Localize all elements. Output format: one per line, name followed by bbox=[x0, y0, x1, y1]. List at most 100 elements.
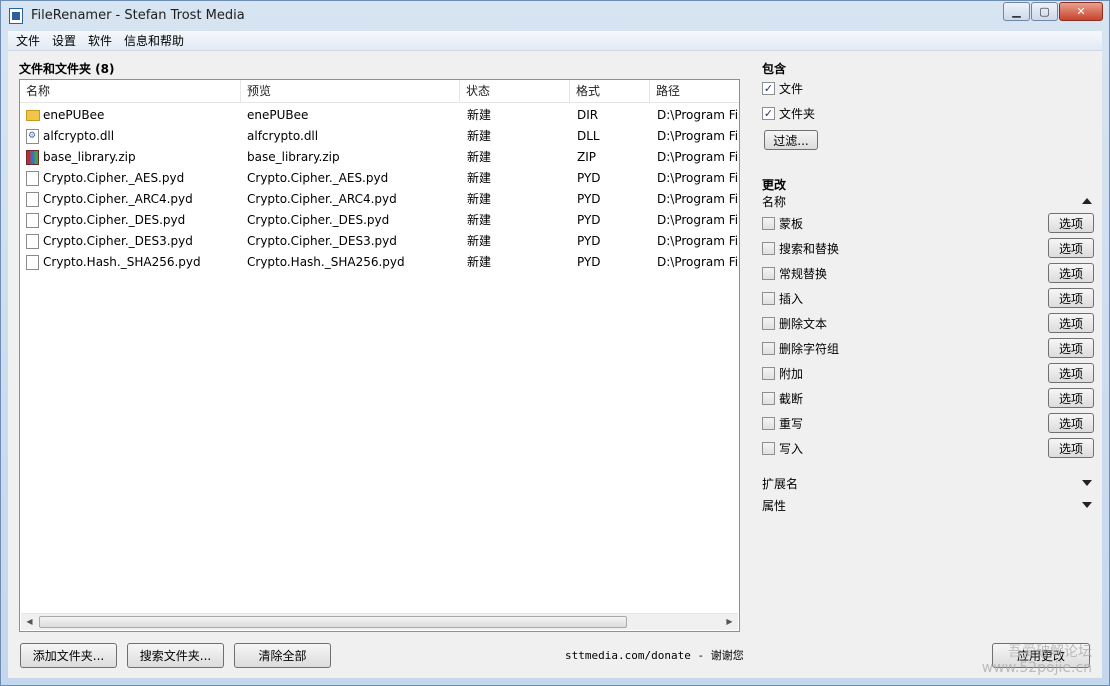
file-list[interactable]: 名称 预览 状态 格式 路径 enePUBee enePUBee 新建 DIR … bbox=[19, 79, 740, 632]
change-option-delete-chars[interactable]: 删除字符组 bbox=[762, 339, 839, 357]
cell-name: Crypto.Hash._SHA256.pyd bbox=[43, 255, 201, 269]
table-row[interactable]: base_library.zip base_library.zip 新建 ZIP… bbox=[20, 147, 739, 168]
cell-path: D:\Program Fi bbox=[657, 129, 739, 143]
scroll-right-icon[interactable]: ▶ bbox=[721, 614, 738, 630]
cell-status: 新建 bbox=[467, 234, 492, 248]
checkbox-icon[interactable] bbox=[762, 391, 775, 405]
checkbox-checked-icon[interactable]: ✓ bbox=[762, 106, 775, 120]
donate-link[interactable]: sttmedia.com/donate - 谢谢您 bbox=[565, 647, 744, 663]
table-row[interactable]: Crypto.Cipher._ARC4.pyd Crypto.Cipher._A… bbox=[20, 189, 739, 210]
checkbox-icon[interactable] bbox=[762, 291, 775, 305]
checkbox-icon[interactable] bbox=[762, 216, 775, 230]
column-header-name[interactable]: 名称 bbox=[20, 80, 241, 103]
change-option-insert[interactable]: 插入 bbox=[762, 289, 803, 307]
column-header-preview[interactable]: 预览 bbox=[241, 80, 460, 103]
column-header-status[interactable]: 状态 bbox=[460, 80, 570, 103]
include-folders-option[interactable]: ✓ 文件夹 bbox=[762, 104, 815, 122]
cell-status: 新建 bbox=[467, 108, 492, 122]
cell-preview: Crypto.Cipher._DES3.pyd bbox=[247, 234, 397, 248]
app-window: FileRenamer - Stefan Trost Media ▁ ▢ ✕ 文… bbox=[0, 0, 1110, 686]
scrollbar-thumb[interactable] bbox=[39, 616, 627, 628]
include-folders-label: 文件夹 bbox=[779, 106, 816, 121]
cell-preview: Crypto.Cipher._ARC4.pyd bbox=[247, 192, 397, 206]
cell-status: 新建 bbox=[467, 213, 492, 227]
checkbox-icon[interactable] bbox=[762, 316, 775, 330]
column-header-path[interactable]: 路径 bbox=[650, 80, 740, 103]
cell-name: alfcrypto.dll bbox=[43, 129, 115, 143]
collapse-up-icon[interactable] bbox=[1082, 198, 1092, 204]
add-folder-button[interactable]: 添加文件夹... bbox=[20, 643, 117, 668]
menu-help[interactable]: 信息和帮助 bbox=[118, 32, 190, 49]
table-row[interactable]: Crypto.Hash._SHA256.pyd Crypto.Hash._SHA… bbox=[20, 252, 739, 273]
options-panel: 包含 ✓ 文件 ✓ 文件夹 过滤... 更改 名称 蒙板 选项 搜索和替换 选项… bbox=[762, 31, 1097, 671]
cell-preview: enePUBee bbox=[247, 108, 309, 122]
truncate-options-button[interactable]: 选项 bbox=[1048, 388, 1094, 408]
checkbox-icon[interactable] bbox=[762, 241, 775, 255]
search-folder-button[interactable]: 搜索文件夹... bbox=[127, 643, 224, 668]
expand-down-icon[interactable] bbox=[1082, 480, 1092, 486]
change-option-search-replace[interactable]: 搜索和替换 bbox=[762, 239, 839, 257]
cell-format: DLL bbox=[577, 129, 600, 143]
filter-button[interactable]: 过滤... bbox=[764, 130, 818, 150]
cell-path: D:\Program Fi bbox=[657, 255, 739, 269]
checkbox-checked-icon[interactable]: ✓ bbox=[762, 81, 775, 95]
table-row[interactable]: Crypto.Cipher._DES3.pyd Crypto.Cipher._D… bbox=[20, 231, 739, 252]
folder-icon bbox=[26, 110, 40, 121]
change-option-append[interactable]: 附加 bbox=[762, 364, 803, 382]
cell-preview: Crypto.Cipher._DES.pyd bbox=[247, 213, 390, 227]
change-option-regex-replace[interactable]: 常规替换 bbox=[762, 264, 827, 282]
checkbox-icon[interactable] bbox=[762, 441, 775, 455]
minimize-button[interactable]: ▁ bbox=[1003, 2, 1030, 21]
change-option-delete-text[interactable]: 删除文本 bbox=[762, 314, 827, 332]
scroll-left-icon[interactable]: ◀ bbox=[21, 614, 38, 630]
regex-replace-options-button[interactable]: 选项 bbox=[1048, 263, 1094, 283]
table-row[interactable]: alfcrypto.dll alfcrypto.dll 新建 DLL D:\Pr… bbox=[20, 126, 739, 147]
column-header-format[interactable]: 格式 bbox=[570, 80, 650, 103]
cell-status: 新建 bbox=[467, 171, 492, 185]
table-row[interactable]: Crypto.Cipher._DES.pyd Crypto.Cipher._DE… bbox=[20, 210, 739, 231]
change-option-truncate[interactable]: 截断 bbox=[762, 389, 803, 407]
title-bar[interactable]: FileRenamer - Stefan Trost Media ▁ ▢ ✕ bbox=[1, 1, 1109, 31]
change-option-write[interactable]: 写入 bbox=[762, 439, 803, 457]
menu-file[interactable]: 文件 bbox=[10, 32, 46, 49]
table-row[interactable]: Crypto.Cipher._AES.pyd Crypto.Cipher._AE… bbox=[20, 168, 739, 189]
menu-software[interactable]: 软件 bbox=[82, 32, 118, 49]
change-option-rewrite[interactable]: 重写 bbox=[762, 414, 803, 432]
include-files-option[interactable]: ✓ 文件 bbox=[762, 79, 803, 97]
cell-status: 新建 bbox=[467, 129, 492, 143]
cell-status: 新建 bbox=[467, 255, 492, 269]
change-option-mask[interactable]: 蒙板 bbox=[762, 214, 803, 232]
expand-down-icon[interactable] bbox=[1082, 502, 1092, 508]
file-icon bbox=[26, 213, 39, 228]
cell-preview: alfcrypto.dll bbox=[247, 129, 319, 143]
horizontal-scrollbar[interactable]: ◀ ▶ bbox=[21, 613, 738, 630]
change-option-label: 截断 bbox=[779, 391, 804, 406]
change-option-label: 插入 bbox=[779, 291, 804, 306]
maximize-button[interactable]: ▢ bbox=[1031, 2, 1058, 21]
append-options-button[interactable]: 选项 bbox=[1048, 363, 1094, 383]
clear-all-button[interactable]: 清除全部 bbox=[234, 643, 331, 668]
checkbox-icon[interactable] bbox=[762, 416, 775, 430]
checkbox-icon[interactable] bbox=[762, 366, 775, 380]
cell-name: enePUBee bbox=[43, 108, 105, 122]
menu-settings[interactable]: 设置 bbox=[46, 32, 82, 49]
table-row[interactable]: enePUBee enePUBee 新建 DIR D:\Program Fi bbox=[20, 105, 739, 126]
cell-status: 新建 bbox=[467, 150, 492, 164]
delete-chars-options-button[interactable]: 选项 bbox=[1048, 338, 1094, 358]
insert-options-button[interactable]: 选项 bbox=[1048, 288, 1094, 308]
rewrite-options-button[interactable]: 选项 bbox=[1048, 413, 1094, 433]
search-replace-options-button[interactable]: 选项 bbox=[1048, 238, 1094, 258]
checkbox-icon[interactable] bbox=[762, 341, 775, 355]
close-button[interactable]: ✕ bbox=[1059, 2, 1103, 21]
delete-text-options-button[interactable]: 选项 bbox=[1048, 313, 1094, 333]
file-icon bbox=[26, 255, 39, 270]
cell-format: DIR bbox=[577, 108, 599, 122]
checkbox-icon[interactable] bbox=[762, 266, 775, 280]
cell-format: PYD bbox=[577, 171, 601, 185]
extension-section-label[interactable]: 扩展名 bbox=[762, 475, 798, 492]
write-options-button[interactable]: 选项 bbox=[1048, 438, 1094, 458]
attributes-section-label[interactable]: 属性 bbox=[762, 497, 786, 514]
include-title: 包含 bbox=[762, 62, 787, 76]
cell-format: PYD bbox=[577, 234, 601, 248]
mask-options-button[interactable]: 选项 bbox=[1048, 213, 1094, 233]
